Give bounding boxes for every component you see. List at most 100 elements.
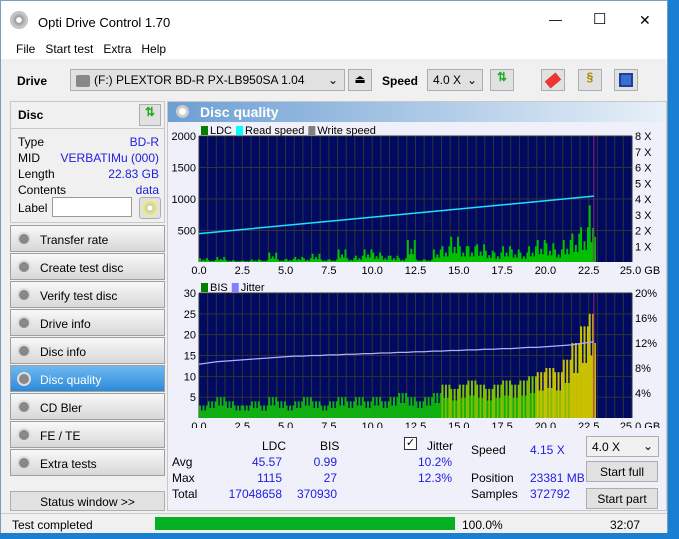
- menu-help[interactable]: Help: [136, 39, 171, 56]
- ldc-bar: [330, 261, 333, 262]
- bis-bar: [335, 401, 338, 418]
- bis-bar: [567, 383, 570, 418]
- ldc-bar: [557, 254, 560, 262]
- ldc-bar: [434, 257, 437, 262]
- bis-bar: [488, 388, 491, 418]
- label-input[interactable]: [52, 197, 132, 217]
- disc-icon: [17, 344, 31, 358]
- ldc-bar: [444, 252, 447, 262]
- bis-bar: [425, 405, 428, 418]
- ldc-bar: [219, 258, 222, 262]
- ldc-bar: [349, 259, 352, 262]
- bis-bar: [578, 343, 581, 418]
- menu-start-test[interactable]: Start test: [40, 39, 98, 56]
- bis-bar: [341, 397, 344, 418]
- disc-refresh-button[interactable]: ⇅: [139, 104, 161, 126]
- bis-bar: [418, 401, 421, 418]
- disc-icon: [17, 316, 31, 330]
- bis-bar: [219, 397, 222, 418]
- disc-icon-button[interactable]: [139, 197, 161, 219]
- ldc-bar: [358, 258, 361, 262]
- sidebar-item-verify-test-disc[interactable]: Verify test disc: [10, 281, 165, 308]
- disc-icon: [17, 260, 31, 274]
- y-tick-label: 500: [178, 226, 196, 238]
- bis-bar: [244, 410, 247, 418]
- ldc-bar: [441, 246, 444, 262]
- bis-bar: [450, 388, 453, 418]
- bis-bar: [574, 343, 577, 418]
- menu-bar: File Start test Extra Help: [1, 39, 667, 59]
- y2-tick-label: 6 X: [635, 163, 652, 175]
- start-full-button[interactable]: Start full: [586, 461, 658, 482]
- bis-bar: [533, 393, 536, 418]
- ldc-bar: [367, 254, 370, 262]
- ldc-bar: [403, 260, 406, 262]
- bis-bar: [365, 408, 368, 418]
- test-speed-select[interactable]: 4.0 X ⌄: [586, 436, 659, 457]
- y-tick-label: 15: [184, 351, 196, 363]
- bis-bar: [200, 410, 203, 418]
- sidebar-item-disc-quality[interactable]: Disc quality: [10, 365, 165, 392]
- drive-select[interactable]: (F:) PLEXTOR BD-R PX-LB950SA 1.04 ⌄: [70, 69, 345, 91]
- ldc-bar: [382, 259, 385, 262]
- bis-bar: [228, 401, 231, 418]
- ldc-bar: [337, 249, 340, 262]
- bis-bar: [205, 405, 208, 418]
- ldc-bar: [387, 255, 390, 262]
- ldc-bar: [502, 246, 505, 262]
- sidebar-item-label: FE / TE: [40, 429, 81, 443]
- sidebar-item-drive-info[interactable]: Drive info: [10, 309, 165, 336]
- bis-bar: [505, 380, 508, 418]
- refresh-button[interactable]: ⇅: [490, 69, 514, 91]
- sidebar-item-disc-info[interactable]: Disc info: [10, 337, 165, 364]
- ldc-bar: [412, 254, 415, 262]
- ldc-bar: [342, 257, 345, 262]
- close-button[interactable]: ✕: [639, 12, 651, 29]
- copy-button[interactable]: §: [578, 69, 602, 91]
- jitter-checkbox[interactable]: ✓: [404, 437, 417, 450]
- ldc-bar: [524, 258, 527, 262]
- ldc-bar: [273, 258, 276, 262]
- x-tick-label: 25.0 GB: [620, 265, 660, 277]
- ldc-bar: [257, 259, 260, 262]
- bis-bar: [453, 388, 456, 418]
- maximize-button[interactable]: ☐: [593, 10, 606, 28]
- ldc-bar: [309, 258, 312, 262]
- bis-bar: [455, 400, 458, 418]
- minimize-button[interactable]: —: [549, 12, 562, 27]
- ldc-bar: [363, 249, 366, 262]
- ldc-bar: [446, 256, 449, 262]
- ldc-bar: [216, 256, 219, 262]
- menu-extra[interactable]: Extra: [98, 39, 136, 56]
- bis-bar: [590, 355, 593, 418]
- save-button[interactable]: [614, 69, 638, 91]
- eject-button[interactable]: ⏏: [348, 69, 372, 91]
- sidebar-item-create-test-disc[interactable]: Create test disc: [10, 253, 165, 280]
- bis-bar: [483, 384, 486, 418]
- speed-select[interactable]: 4.0 X ⌄: [427, 69, 483, 91]
- ldc-max: 1115: [257, 471, 282, 485]
- bis-bar: [529, 393, 532, 418]
- start-part-button[interactable]: Start part: [586, 488, 658, 509]
- ldc-bar: [470, 252, 473, 262]
- sidebar-item-label: Drive info: [40, 317, 91, 331]
- sidebar-item-fe-te[interactable]: FE / TE: [10, 421, 165, 448]
- disc-mid-value: VERBATIMu (000): [60, 151, 159, 165]
- ldc-bar: [250, 259, 253, 262]
- ldc-bar: [418, 260, 421, 262]
- sidebar-item-transfer-rate[interactable]: Transfer rate: [10, 225, 165, 252]
- sidebar-item-cd-bler[interactable]: CD Bler: [10, 393, 165, 420]
- bis-bar: [581, 363, 584, 418]
- legend-jitter: Jitter: [241, 282, 265, 294]
- bis-bar: [266, 405, 269, 418]
- sidebar-item-extra-tests[interactable]: Extra tests: [10, 449, 165, 476]
- bis-bar: [550, 388, 553, 418]
- status-window-button[interactable]: Status window >>: [10, 491, 165, 511]
- bis-bar: [360, 405, 363, 418]
- menu-file[interactable]: File: [11, 39, 40, 56]
- legend-swatch: [231, 283, 239, 292]
- erase-button[interactable]: [541, 69, 565, 91]
- ldc-bar: [536, 239, 539, 262]
- bis-bar: [363, 401, 366, 418]
- bis-bar: [263, 405, 266, 418]
